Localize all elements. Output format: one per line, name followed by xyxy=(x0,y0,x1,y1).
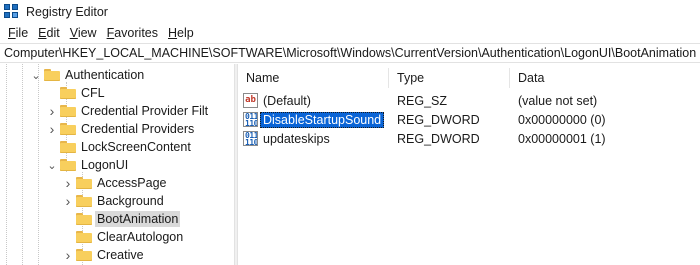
tree-node[interactable]: ClearAutologon xyxy=(0,228,234,246)
column-header-data[interactable]: Data xyxy=(510,68,700,88)
chevron-down-icon[interactable]: ⌄ xyxy=(30,66,42,84)
value-type: REG_DWORD xyxy=(397,132,480,146)
value-name[interactable]: (Default) xyxy=(260,93,314,109)
value-data: (value not set) xyxy=(518,94,598,108)
key-tree[interactable]: ⌄ Authentication CFL › Credential Provider F… xyxy=(0,64,234,265)
tree-node[interactable]: › AccessPage xyxy=(0,174,234,192)
folder-icon xyxy=(60,141,76,153)
value-data: 0x00000001 (1) xyxy=(518,132,606,146)
tree-node-label[interactable]: Credential Providers xyxy=(79,121,196,137)
address-bar[interactable]: Computer\HKEY_LOCAL_MACHINE\SOFTWARE\Mic… xyxy=(0,43,700,63)
chevron-right-icon[interactable]: › xyxy=(62,174,74,192)
folder-icon xyxy=(76,213,92,225)
value-data: 0x00000000 (0) xyxy=(518,113,606,127)
value-type: REG_DWORD xyxy=(397,113,480,127)
tree-node-label[interactable]: LockScreenContent xyxy=(79,139,193,155)
chevron-right-icon[interactable]: › xyxy=(46,102,58,120)
tree-node-label[interactable]: Authentication xyxy=(63,67,146,83)
registry-icon xyxy=(4,4,19,19)
tree-node[interactable]: BootAnimation xyxy=(0,210,234,228)
folder-icon xyxy=(60,159,76,171)
menu-bar: File Edit View Favorites Help xyxy=(0,24,700,42)
folder-icon xyxy=(76,195,92,207)
tree-node[interactable]: CFL xyxy=(0,84,234,102)
column-header-type[interactable]: Type xyxy=(389,68,509,88)
chevron-right-icon[interactable]: › xyxy=(62,192,74,210)
menu-help[interactable]: Help xyxy=(163,26,199,40)
tree-node[interactable]: › Credential Provider Filt xyxy=(0,102,234,120)
tree-node[interactable]: › Creative xyxy=(0,246,234,264)
title-bar: Registry Editor xyxy=(0,0,700,24)
value-row[interactable]: ab (Default) REG_SZ (value not set) xyxy=(238,91,700,110)
tree-node-label[interactable]: Creative xyxy=(95,247,146,263)
binary-value-icon: 011 110 xyxy=(243,131,258,146)
tree-node-label[interactable]: BootAnimation xyxy=(95,211,181,227)
binary-value-icon: 011 110 xyxy=(243,112,258,127)
tree-node-label[interactable]: AccessPage xyxy=(95,175,168,191)
folder-icon xyxy=(76,249,92,261)
value-type: REG_SZ xyxy=(397,94,448,108)
menu-edit[interactable]: Edit xyxy=(33,26,65,40)
value-row[interactable]: 011 110 DisableStartupSound REG_DWORD 0x0000… xyxy=(238,110,700,129)
folder-icon xyxy=(60,87,76,99)
tree-node-label[interactable]: CFL xyxy=(79,85,107,101)
chevron-right-icon[interactable]: › xyxy=(46,120,58,138)
tree-node[interactable]: › Background xyxy=(0,192,234,210)
folder-icon xyxy=(76,177,92,189)
menu-file[interactable]: File xyxy=(3,26,33,40)
value-row[interactable]: 011 110 updateskips REG_DWORD 0x00000001 (1) xyxy=(238,129,700,148)
folder-icon xyxy=(76,231,92,243)
tree-node[interactable]: ⌄ LogonUI xyxy=(0,156,234,174)
column-header-name[interactable]: Name xyxy=(238,68,388,88)
values-list[interactable]: Name Type Data ab (Default) REG_SZ (value n… xyxy=(238,64,700,265)
tree-node[interactable]: ⌄ Authentication xyxy=(0,66,234,84)
folder-icon xyxy=(44,69,60,81)
chevron-down-icon[interactable]: ⌄ xyxy=(46,156,58,174)
menu-view[interactable]: View xyxy=(65,26,102,40)
tree-node-label[interactable]: ClearAutologon xyxy=(95,229,185,245)
menu-favorites[interactable]: Favorites xyxy=(102,26,163,40)
tree-node-label[interactable]: Background xyxy=(95,193,166,209)
window-title: Registry Editor xyxy=(26,5,108,19)
tree-node[interactable]: LockScreenContent xyxy=(0,138,234,156)
value-name[interactable]: updateskips xyxy=(260,131,333,147)
chevron-right-icon[interactable]: › xyxy=(62,246,74,264)
tree-node-label[interactable]: Credential Provider Filt xyxy=(79,103,210,119)
value-name[interactable]: DisableStartupSound xyxy=(260,112,385,128)
tree-node[interactable]: › Credential Providers xyxy=(0,120,234,138)
folder-icon xyxy=(60,123,76,135)
tree-node-label[interactable]: LogonUI xyxy=(79,157,130,173)
folder-icon xyxy=(60,105,76,117)
string-value-icon: ab xyxy=(243,93,258,108)
